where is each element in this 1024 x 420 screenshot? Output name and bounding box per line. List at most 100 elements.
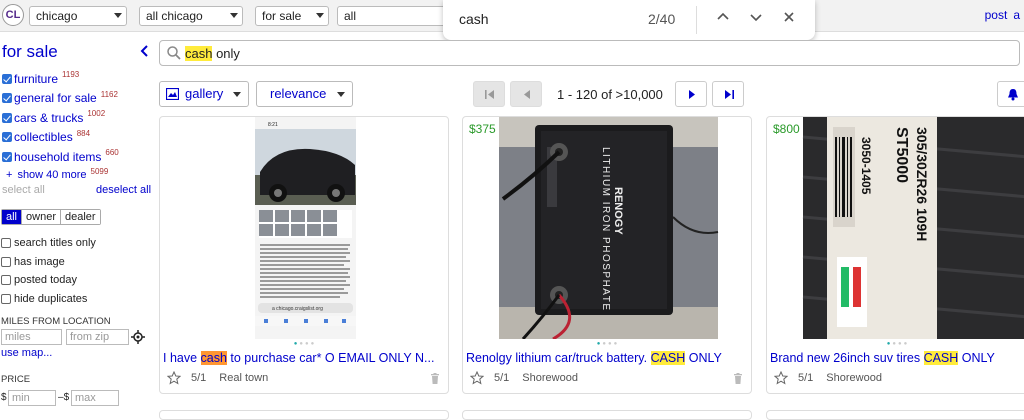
checkbox[interactable] <box>1 238 11 249</box>
option-label: posted today <box>14 274 77 287</box>
listing-date: 5/1 <box>191 372 207 384</box>
find-match-count: 2/40 <box>648 11 676 27</box>
first-page-button[interactable] <box>473 81 505 107</box>
collapse-sidebar-icon[interactable] <box>139 44 149 63</box>
category-item-furniture[interactable]: furniture 1193 <box>2 69 152 89</box>
option-has-image[interactable]: has image <box>1 253 96 272</box>
chevron-down-icon <box>230 13 238 18</box>
seller-owner[interactable]: owner <box>22 210 61 224</box>
title-text: to purchase car* O EMAIL ONLY N... <box>226 351 435 365</box>
title-text: ONLY <box>685 351 722 365</box>
seller-all[interactable]: all <box>2 210 23 224</box>
checkbox[interactable] <box>1 293 11 304</box>
view-mode-select[interactable]: gallery <box>159 81 249 107</box>
listing-card-partial[interactable] <box>766 410 1024 420</box>
checkbox-checked[interactable] <box>2 151 12 162</box>
image-carousel-dots[interactable]: ●●●● <box>767 341 1024 347</box>
title-text: Brand new 26inch suv tires <box>770 351 924 365</box>
star-icon[interactable] <box>470 371 484 385</box>
listing-title[interactable]: Brand new 26inch suv tires CASH ONLY <box>770 351 1024 365</box>
chevron-up-icon[interactable] <box>713 10 733 30</box>
image-carousel-dots[interactable]: ●●●● <box>463 341 751 347</box>
area-select[interactable]: all chicago <box>139 6 243 26</box>
listing-meta: 5/1 Shorewood <box>774 371 882 385</box>
post-link[interactable]: post <box>985 8 1008 22</box>
show-more-label[interactable]: show 40 more <box>17 169 86 181</box>
option-posted-today[interactable]: posted today <box>1 271 96 290</box>
chevron-down-icon <box>316 13 324 18</box>
subcategory-select[interactable]: all <box>337 6 447 26</box>
max-price-input[interactable]: max <box>71 390 119 406</box>
checkbox-checked[interactable] <box>2 93 12 104</box>
category-item-cars[interactable]: cars & trucks 1002 <box>2 108 152 128</box>
sort-select[interactable]: relevance <box>256 81 353 107</box>
checkbox-checked[interactable] <box>2 132 12 143</box>
checkbox[interactable] <box>1 256 11 267</box>
listing-title[interactable]: Renolgy lithium car/truck battery. CASH … <box>466 351 748 365</box>
checkbox[interactable] <box>1 275 11 286</box>
use-map-link[interactable]: use map... <box>1 347 52 359</box>
search-value: cash only <box>185 46 240 61</box>
tire-model: ST5000 <box>893 127 910 183</box>
listing-card[interactable]: 3050-1405 ST5000 305/30ZR26 109H $800 ●●… <box>766 116 1024 394</box>
category-label[interactable]: household items <box>14 150 101 164</box>
image-carousel-dots[interactable]: ●●●● <box>160 341 448 347</box>
category-label[interactable]: general for sale <box>14 91 97 105</box>
listing-image[interactable]: 3050-1405 ST5000 305/30ZR26 109H <box>767 117 1024 339</box>
search-input[interactable]: cash only <box>159 40 1020 66</box>
category-select[interactable]: for sale <box>255 6 329 26</box>
min-price-input[interactable]: min <box>8 390 56 406</box>
deselect-all-link[interactable]: deselect all <box>96 184 151 196</box>
category-item-household[interactable]: household items 660 <box>2 147 152 167</box>
category-label[interactable]: collectibles <box>14 130 73 144</box>
listing-card-partial[interactable] <box>462 410 752 420</box>
listing-card-partial[interactable] <box>159 410 449 420</box>
select-all-link[interactable]: select all <box>2 184 45 196</box>
craigslist-logo[interactable]: CL <box>2 4 24 26</box>
option-search-titles[interactable]: search titles only <box>1 234 96 253</box>
option-hide-duplicates[interactable]: hide duplicates <box>1 290 96 309</box>
close-icon[interactable] <box>779 10 799 30</box>
category-label[interactable]: cars & trucks <box>14 111 83 125</box>
star-icon[interactable] <box>167 371 181 385</box>
battery-image: LITHIUM IRON PHOSPHATE RENOGY <box>499 117 719 341</box>
sidebar-title[interactable]: for sale <box>2 42 58 62</box>
listing-title[interactable]: I have cash to purchase car* O EMAIL ONL… <box>163 351 445 365</box>
subcategory-select-value: all <box>344 9 357 23</box>
miles-input[interactable]: miles <box>1 329 62 345</box>
listing-card[interactable]: 8:21 a chicago.craigslist.org ●●●● I hav… <box>159 116 449 394</box>
listing-card[interactable]: LITHIUM IRON PHOSPHATE RENOGY $375 ●●●● … <box>462 116 752 394</box>
zip-input[interactable]: from zip <box>66 329 129 345</box>
location-target-icon[interactable] <box>131 330 145 344</box>
chevron-down-icon <box>114 13 122 18</box>
chevron-down-icon[interactable] <box>746 10 766 30</box>
checkbox-checked[interactable] <box>2 73 12 84</box>
account-link[interactable]: a <box>1013 8 1020 22</box>
listing-location: Shorewood <box>522 372 578 384</box>
next-page-button[interactable] <box>675 81 707 107</box>
show-more-count: 5099 <box>90 166 109 176</box>
category-item-collectibles[interactable]: collectibles 884 <box>2 128 152 148</box>
seller-dealer[interactable]: dealer <box>60 210 100 224</box>
listing-meta: 5/1 Shorewood <box>470 371 578 385</box>
city-select[interactable]: chicago <box>29 6 127 26</box>
listing-image[interactable]: LITHIUM IRON PHOSPHATE RENOGY <box>463 117 751 341</box>
title-highlight: cash <box>200 351 227 365</box>
category-item-general[interactable]: general for sale 1162 <box>2 89 152 109</box>
last-page-button[interactable] <box>712 81 744 107</box>
find-in-page-bar: cash 2/40 <box>443 0 815 40</box>
plus-icon: + <box>6 169 13 181</box>
listing-image[interactable]: 8:21 a chicago.craigslist.org <box>160 117 448 339</box>
prev-page-button[interactable] <box>510 81 542 107</box>
show-more-link[interactable]: + show 40 more 5099 <box>2 167 152 184</box>
alert-button[interactable] <box>997 81 1024 107</box>
listing-price: $375 <box>469 122 496 136</box>
trash-icon[interactable] <box>430 373 440 384</box>
find-query[interactable]: cash <box>459 11 489 27</box>
listing-date: 5/1 <box>798 372 814 384</box>
listing-meta: 5/1 Real town <box>167 371 268 385</box>
trash-icon[interactable] <box>733 373 743 384</box>
category-label[interactable]: furniture <box>14 72 58 86</box>
checkbox-checked[interactable] <box>2 112 12 123</box>
star-icon[interactable] <box>774 371 788 385</box>
